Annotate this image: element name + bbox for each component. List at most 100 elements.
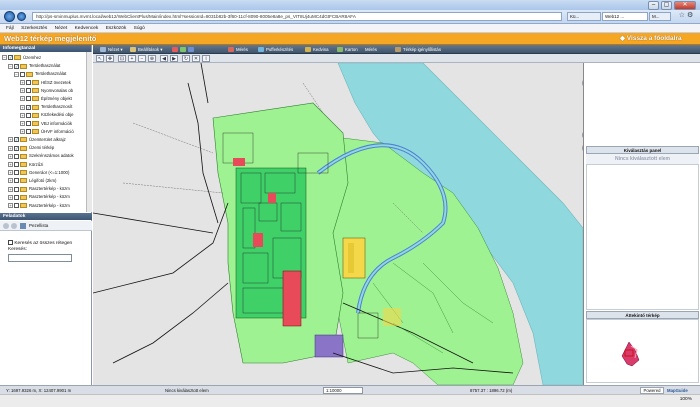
tasks-forward-icon[interactable] — [11, 223, 17, 229]
maximize-button[interactable]: ▢ — [661, 1, 672, 10]
layer-checkbox[interactable] — [14, 170, 19, 176]
tasks-back-icon[interactable] — [3, 223, 9, 229]
zoom-in-icon[interactable]: + — [128, 55, 136, 62]
toolbar-view[interactable]: Nézet ▾ — [100, 45, 123, 54]
layer-checkbox[interactable]: ✓ — [14, 63, 19, 69]
expand-icon[interactable]: + — [20, 104, 25, 110]
collapse-icon[interactable]: − — [14, 71, 19, 77]
toolbar-kedvina[interactable]: Kedvina — [305, 45, 329, 54]
layer-tree-item[interactable]: + ✓ Üzemi térkép — [0, 144, 88, 152]
layer-tree-item[interactable]: + Szekrénszámos adatok — [0, 152, 88, 160]
layer-checkbox[interactable]: ✓ — [14, 145, 19, 151]
forward-icon[interactable] — [17, 12, 26, 21]
layer-checkbox[interactable]: ✓ — [8, 55, 13, 61]
search-all-layers[interactable]: Keresés az összes rétegen — [8, 240, 72, 246]
layer-tree-item[interactable]: + Rasztertérkép - közm — [0, 193, 88, 201]
tasks-dropdown[interactable]: Pezellista — [29, 221, 48, 231]
layer-checkbox[interactable] — [26, 112, 31, 118]
expand-icon[interactable]: + — [20, 129, 25, 135]
browser-tab-2[interactable]: Web12 ... — [602, 12, 648, 21]
tasks-menu-icon[interactable] — [20, 223, 26, 229]
refresh-icon[interactable]: ↻ — [182, 55, 190, 62]
expand-icon[interactable]: + — [8, 161, 13, 167]
browser-tab-3[interactable]: M... — [649, 12, 671, 21]
expand-icon[interactable]: + — [20, 96, 25, 102]
minimize-button[interactable]: – — [648, 1, 659, 10]
toolbar-icons[interactable] — [172, 45, 196, 54]
layer-checkbox[interactable] — [26, 120, 31, 126]
layer-tree-item[interactable]: − ✓ Területhasználat — [0, 62, 88, 70]
layer-checkbox[interactable] — [26, 88, 31, 94]
toolbar-measure-2[interactable]: Mérés — [365, 45, 377, 54]
next-view-icon[interactable]: ▶ — [170, 55, 178, 62]
layer-checkbox[interactable] — [26, 96, 31, 102]
select-icon[interactable]: ↖ — [96, 55, 104, 62]
favorites-star-icon[interactable]: ☆ ⚙ — [674, 12, 698, 21]
layer-tree-item[interactable]: + ✓ Területhasznosít — [0, 103, 88, 111]
layer-checkbox[interactable] — [14, 202, 19, 208]
collapse-icon[interactable]: − — [8, 63, 13, 69]
prev-view-icon[interactable]: ◀ — [160, 55, 168, 62]
expand-icon[interactable]: + — [20, 88, 25, 94]
layer-tree-item[interactable]: + ✓ Üzemterület alkrajz — [0, 136, 88, 144]
layer-tree-item[interactable]: + Körzűzi — [0, 161, 88, 169]
layer-tree-scrollbar[interactable] — [86, 52, 92, 212]
layer-checkbox[interactable] — [26, 79, 31, 85]
layer-tree-item[interactable]: + Közlekedési obje — [0, 111, 88, 119]
layer-checkbox[interactable] — [14, 161, 19, 167]
expand-icon[interactable]: + — [20, 79, 25, 85]
layer-checkbox[interactable] — [14, 194, 19, 200]
clear-selection-icon[interactable]: ✕ — [192, 55, 200, 62]
layer-checkbox[interactable] — [14, 186, 19, 192]
overview-map[interactable] — [586, 319, 699, 383]
layer-tree-item[interactable]: + Légifotó (2km) — [0, 177, 88, 185]
expand-icon[interactable]: + — [8, 153, 13, 159]
browser-tab-1[interactable]: Kü... — [567, 12, 601, 21]
layer-checkbox[interactable]: ✓ — [14, 137, 19, 143]
menu-favorites[interactable]: Kedvencek — [75, 24, 99, 33]
zoom-extent-icon[interactable]: ⊕ — [148, 55, 156, 62]
layer-tree-item[interactable]: + Rasztertérkép - közm — [0, 185, 88, 193]
close-button[interactable]: ✕ — [674, 1, 696, 10]
toolbar-buffer[interactable]: Pufferkészítés — [258, 45, 293, 54]
search-input[interactable] — [8, 254, 72, 262]
scale-input[interactable]: 1:10000 — [323, 387, 363, 394]
menu-view[interactable]: Nézet — [55, 24, 68, 33]
collapse-icon[interactable]: − — [2, 55, 7, 61]
map-canvas[interactable]: + − ✥ — [93, 63, 592, 385]
zoom-out-icon[interactable]: − — [138, 55, 146, 62]
menu-help[interactable]: Súgó — [134, 24, 145, 33]
layer-checkbox[interactable] — [14, 178, 19, 184]
back-to-home-link[interactable]: ◆ Vissza a főoldalra — [620, 33, 682, 45]
layer-checkbox[interactable]: ✓ — [26, 104, 31, 110]
url-input[interactable]: http://ps-sminmuplus.mvmt.local/web12/We… — [32, 12, 562, 21]
expand-icon[interactable]: + — [20, 120, 25, 126]
search-all-checkbox[interactable] — [8, 240, 13, 245]
expand-icon[interactable]: + — [20, 112, 25, 118]
expand-icon[interactable]: + — [8, 186, 13, 192]
layer-checkbox[interactable] — [26, 129, 31, 135]
menu-tools[interactable]: Eszközök — [106, 24, 127, 33]
expand-icon[interactable]: + — [8, 137, 13, 143]
layer-tree-item[interactable]: + VBJ információk — [0, 120, 88, 128]
layer-tree-item[interactable]: + Építmény objekt — [0, 95, 88, 103]
zoom-level[interactable]: 100% — [680, 397, 692, 402]
layer-tree-item[interactable]: + HÉSZ övezetek — [0, 79, 88, 87]
expand-icon[interactable]: + — [8, 194, 13, 200]
layer-tree-item[interactable]: − Területhasználat — [0, 70, 88, 78]
layer-tree-item[interactable]: − ✓ Üzemhez — [0, 54, 88, 62]
menu-edit[interactable]: Szerkesztés — [21, 24, 47, 33]
toolbar-map-request[interactable]: Térkép igénylőlistás — [395, 45, 441, 54]
toolbar-karton[interactable]: Karton — [337, 45, 358, 54]
toolbar-settings[interactable]: Beállítások ▾ — [130, 45, 162, 54]
back-icon[interactable] — [4, 11, 15, 22]
layer-tree-item[interactable]: + Rasztertérkép - közm — [0, 202, 88, 210]
layer-checkbox[interactable] — [20, 71, 25, 77]
expand-icon[interactable]: + — [8, 178, 13, 184]
expand-icon[interactable]: + — [8, 145, 13, 151]
layer-tree-item[interactable]: + ÜHVF információ — [0, 128, 88, 136]
layer-tree-item[interactable]: + Nyomvonalas ob — [0, 87, 88, 95]
toolbar-measure[interactable]: Mérés — [228, 45, 248, 54]
expand-icon[interactable]: + — [8, 202, 13, 208]
info-icon[interactable]: i — [202, 55, 210, 62]
